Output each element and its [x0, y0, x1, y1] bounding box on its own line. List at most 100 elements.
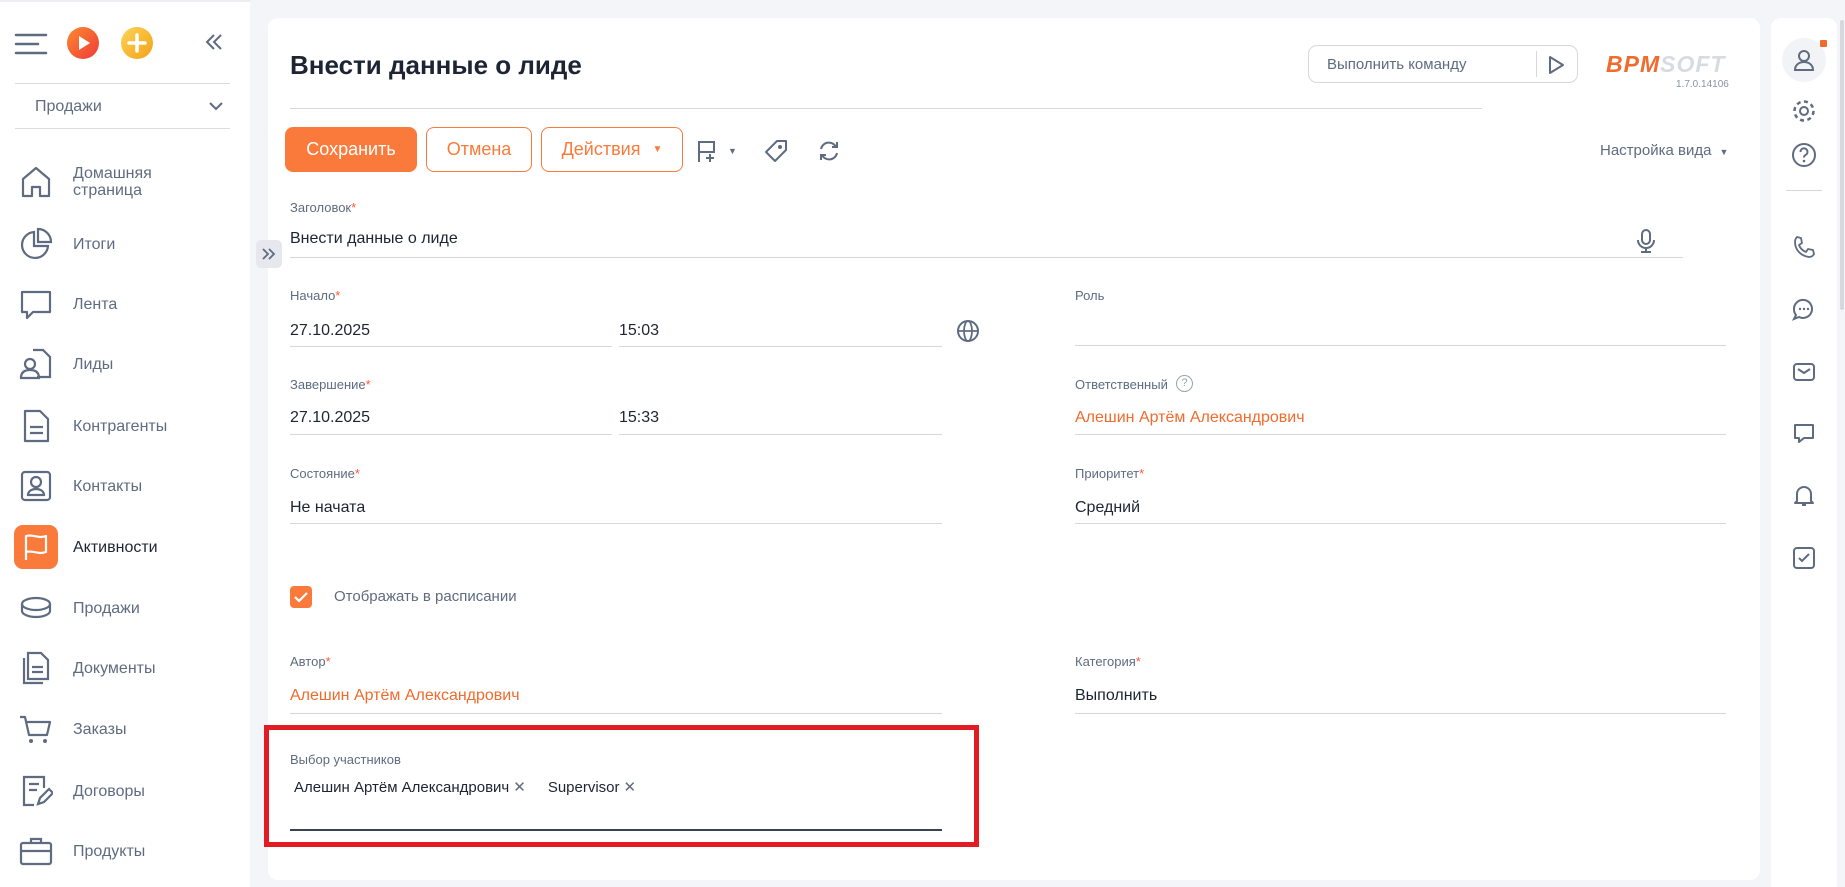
end-time-field[interactable]: 15:33 — [619, 409, 659, 427]
scrollbar[interactable] — [1840, 20, 1844, 310]
actions-label: Действия — [562, 139, 641, 160]
remove-chip-icon[interactable]: ✕ — [624, 779, 637, 796]
caret-down-icon: ▼ — [652, 144, 662, 155]
category-field-label: Категория* — [1075, 654, 1141, 669]
globe-icon[interactable] — [956, 319, 980, 343]
chat-icon[interactable] — [1789, 295, 1819, 325]
status-field-label: Состояние* — [290, 466, 360, 481]
tasks-checkbox-icon[interactable] — [1789, 543, 1819, 573]
sidebar-item-label: Домашняя страница — [73, 165, 173, 199]
chevrons-right-icon — [261, 247, 277, 261]
field-underline — [290, 829, 942, 831]
sidebar-item-opportunities[interactable]: Продажи — [14, 585, 234, 631]
remove-chip-icon[interactable]: ✕ — [513, 779, 526, 796]
actions-button[interactable]: Действия ▼ — [541, 127, 683, 172]
document-icon — [14, 404, 58, 448]
command-input[interactable]: Выполнить команду — [1308, 45, 1578, 83]
sidebar-item-dashboards[interactable]: Итоги — [14, 221, 234, 267]
field-underline — [1075, 713, 1726, 714]
participants-field-label: Выбор участников — [290, 752, 401, 767]
sidebar-item-label: Контакты — [73, 478, 142, 495]
author-field-label: Автор* — [290, 654, 331, 669]
sidebar-item-label: Активности — [73, 539, 158, 556]
add-task-button[interactable]: ▼ — [696, 139, 737, 163]
field-underline — [290, 713, 942, 714]
category-field[interactable]: Выполнить — [1075, 687, 1157, 705]
sidebar-item-contacts[interactable]: Контакты — [14, 463, 234, 509]
help-icon[interactable] — [1789, 140, 1819, 170]
field-underline — [290, 257, 1683, 258]
microphone-icon[interactable] — [1636, 229, 1656, 253]
briefcase-icon — [14, 829, 58, 873]
status-field[interactable]: Не начата — [290, 499, 365, 517]
view-settings-button[interactable]: Настройка вида▼ — [1600, 142, 1728, 159]
profile-avatar[interactable] — [1782, 38, 1826, 82]
save-button[interactable]: Сохранить — [285, 127, 417, 172]
message-icon[interactable] — [1789, 418, 1819, 448]
sidebar-item-contracts[interactable]: Договоры — [14, 768, 234, 814]
sidebar-item-leads[interactable]: Лиды — [14, 341, 234, 387]
sidebar-item-label: Заказы — [73, 721, 126, 738]
caret-down-icon: ▼ — [728, 146, 737, 156]
home-icon — [14, 160, 58, 204]
chevron-down-icon — [208, 100, 224, 112]
role-field-label: Роль — [1075, 288, 1104, 303]
cancel-button[interactable]: Отмена — [426, 127, 532, 172]
tag-icon[interactable] — [764, 139, 788, 163]
run-command-icon[interactable] — [1546, 55, 1566, 75]
workspace-label: Продажи — [35, 98, 102, 116]
page-title: Внести данные о лиде — [290, 50, 582, 81]
flag-plus-icon — [696, 139, 720, 163]
sidebar-item-label: Лента — [73, 296, 117, 313]
caret-down-icon: ▼ — [1719, 147, 1728, 157]
sidebar-item-documents[interactable]: Документы — [14, 645, 234, 691]
bell-icon[interactable] — [1789, 481, 1819, 511]
checkmark-icon — [290, 586, 312, 608]
show-in-schedule-checkbox[interactable] — [290, 586, 312, 608]
sidebar-item-products[interactable]: Продукты — [14, 828, 234, 874]
start-date-field[interactable]: 27.10.2025 — [290, 322, 370, 340]
title-field[interactable]: Внести данные о лиде — [290, 230, 458, 248]
record-page: Внести данные о лиде Выполнить команду B… — [268, 18, 1760, 880]
mail-icon[interactable] — [1789, 357, 1819, 387]
sidebar-item-label: Лиды — [73, 356, 113, 373]
sidebar-item-label: Контрагенты — [73, 418, 167, 435]
author-field[interactable]: Алешин Артём Александрович — [290, 687, 520, 705]
sidebar-item-orders[interactable]: Заказы — [14, 706, 234, 752]
collapse-sidebar-icon[interactable] — [204, 32, 224, 52]
field-underline — [290, 434, 612, 435]
expand-panel-button[interactable] — [256, 240, 282, 268]
owner-field-label: Ответственный — [1075, 377, 1168, 392]
participant-chip: Алешин Артём Александрович✕ — [294, 778, 526, 796]
sidebar-item-accounts[interactable]: Контрагенты — [14, 403, 234, 449]
sidebar-item-activities[interactable]: Активности — [14, 524, 234, 570]
bpmsoft-logo: BPMSOFT — [1606, 51, 1725, 78]
participants-field[interactable]: Алешин Артём Александрович✕ Supervisor✕ — [294, 778, 636, 796]
help-icon[interactable]: ? — [1176, 375, 1193, 392]
end-date-field[interactable]: 27.10.2025 — [290, 409, 370, 427]
workspace-select[interactable]: Продажи — [15, 84, 230, 128]
sidebar-item-feed[interactable]: Лента — [14, 281, 234, 327]
hamburger-menu-icon[interactable] — [14, 32, 50, 56]
field-underline — [1075, 434, 1726, 435]
field-underline — [1075, 345, 1726, 346]
version-label: 1.7.0.14106 — [1676, 79, 1729, 90]
field-underline — [1075, 523, 1726, 524]
refresh-icon[interactable] — [817, 139, 841, 163]
add-record-icon[interactable] — [121, 27, 153, 59]
owner-field[interactable]: Алешин Артём Александрович — [1075, 409, 1305, 427]
sidebar-item-home[interactable]: Домашняя страница — [14, 159, 234, 205]
priority-field[interactable]: Средний — [1075, 499, 1140, 517]
start-field-label: Начало* — [290, 288, 340, 303]
run-process-icon[interactable] — [67, 27, 99, 59]
title-field-label: Заголовок* — [290, 200, 356, 215]
lead-icon — [14, 342, 58, 386]
start-time-field[interactable]: 15:03 — [619, 322, 659, 340]
settings-gear-icon[interactable] — [1789, 96, 1819, 126]
sidebar-item-label: Документы — [73, 660, 155, 677]
sidebar-item-label: Продукты — [73, 843, 145, 860]
flag-icon — [14, 525, 58, 569]
field-underline — [619, 434, 942, 435]
field-underline — [619, 346, 942, 347]
phone-icon[interactable] — [1789, 232, 1819, 262]
